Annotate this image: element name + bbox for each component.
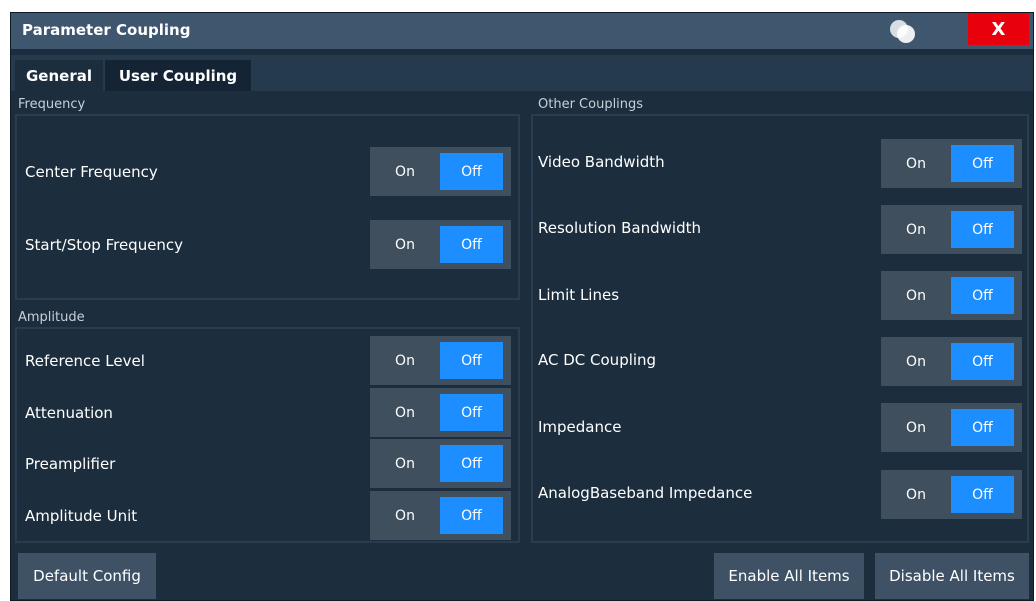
- analog-baseband-impedance-label: AnalogBaseband Impedance: [538, 484, 753, 502]
- amplitude-unit-toggle[interactable]: On Off: [370, 491, 511, 540]
- toggle-off-option[interactable]: Off: [440, 497, 503, 534]
- attenuation-label: Attenuation: [25, 403, 113, 422]
- analog-baseband-impedance-toggle[interactable]: On Off: [881, 470, 1022, 519]
- toggle-off-option[interactable]: Off: [951, 145, 1014, 182]
- start-stop-frequency-label: Start/Stop Frequency: [25, 235, 184, 254]
- attenuation-toggle[interactable]: On Off: [370, 388, 511, 437]
- dialog-title: Parameter Coupling: [22, 21, 191, 39]
- toggle-on-option[interactable]: On: [370, 220, 440, 269]
- title-bar: Parameter Coupling X: [11, 13, 1033, 49]
- toggle-off-option[interactable]: Off: [440, 153, 503, 190]
- reference-level-toggle[interactable]: On Off: [370, 336, 511, 385]
- tab-general[interactable]: General: [15, 60, 103, 91]
- default-config-button[interactable]: Default Config: [18, 553, 156, 599]
- limit-lines-label: Limit Lines: [538, 286, 620, 304]
- toggle-off-option[interactable]: Off: [440, 394, 503, 431]
- frequency-group-label: Frequency: [18, 97, 86, 112]
- tab-user-coupling[interactable]: User Coupling: [105, 60, 251, 91]
- toggle-off-option[interactable]: Off: [951, 409, 1014, 446]
- reference-level-label: Reference Level: [25, 351, 145, 370]
- toggle-on-option[interactable]: On: [881, 205, 951, 254]
- center-frequency-label: Center Frequency: [25, 162, 158, 181]
- toggle-off-option[interactable]: Off: [951, 211, 1014, 248]
- toggle-off-option[interactable]: Off: [951, 343, 1014, 380]
- toggle-on-option[interactable]: On: [370, 491, 440, 540]
- enable-all-items-button[interactable]: Enable All Items: [714, 553, 864, 599]
- toggle-off-option[interactable]: Off: [440, 445, 503, 482]
- amplitude-group-label: Amplitude: [18, 310, 85, 325]
- preamplifier-label: Preamplifier: [25, 454, 116, 473]
- toggle-on-option[interactable]: On: [881, 271, 951, 320]
- toggle-off-option[interactable]: Off: [951, 277, 1014, 314]
- start-stop-frequency-toggle[interactable]: On Off: [370, 220, 511, 269]
- impedance-label: Impedance: [538, 418, 622, 436]
- help-icon[interactable]: [887, 17, 919, 45]
- close-button[interactable]: X: [968, 13, 1029, 45]
- resolution-bandwidth-toggle[interactable]: On Off: [881, 205, 1022, 254]
- toggle-on-option[interactable]: On: [370, 388, 440, 437]
- toggle-on-option[interactable]: On: [881, 139, 951, 188]
- toggle-off-option[interactable]: Off: [440, 226, 503, 263]
- toggle-on-option[interactable]: On: [881, 470, 951, 519]
- toggle-off-option[interactable]: Off: [951, 476, 1014, 513]
- toggle-on-option[interactable]: On: [370, 439, 440, 488]
- tab-strip: General User Coupling: [11, 55, 1033, 91]
- toggle-on-option[interactable]: On: [370, 147, 440, 196]
- video-bandwidth-label: Video Bandwidth: [538, 153, 665, 171]
- toggle-on-option[interactable]: On: [881, 337, 951, 386]
- preamplifier-toggle[interactable]: On Off: [370, 439, 511, 488]
- ac-dc-coupling-label: AC DC Coupling: [538, 351, 657, 369]
- limit-lines-toggle[interactable]: On Off: [881, 271, 1022, 320]
- disable-all-items-button[interactable]: Disable All Items: [875, 553, 1029, 599]
- video-bandwidth-toggle[interactable]: On Off: [881, 139, 1022, 188]
- toggle-on-option[interactable]: On: [370, 336, 440, 385]
- impedance-toggle[interactable]: On Off: [881, 403, 1022, 452]
- other-couplings-group-label: Other Couplings: [538, 97, 644, 112]
- parameter-coupling-dialog: Parameter Coupling X General User Coupli…: [10, 12, 1034, 601]
- resolution-bandwidth-label: Resolution Bandwidth: [538, 219, 702, 237]
- center-frequency-toggle[interactable]: On Off: [370, 147, 511, 196]
- ac-dc-coupling-toggle[interactable]: On Off: [881, 337, 1022, 386]
- toggle-on-option[interactable]: On: [881, 403, 951, 452]
- amplitude-unit-label: Amplitude Unit: [25, 506, 138, 525]
- toggle-off-option[interactable]: Off: [440, 342, 503, 379]
- frequency-group: [15, 114, 520, 300]
